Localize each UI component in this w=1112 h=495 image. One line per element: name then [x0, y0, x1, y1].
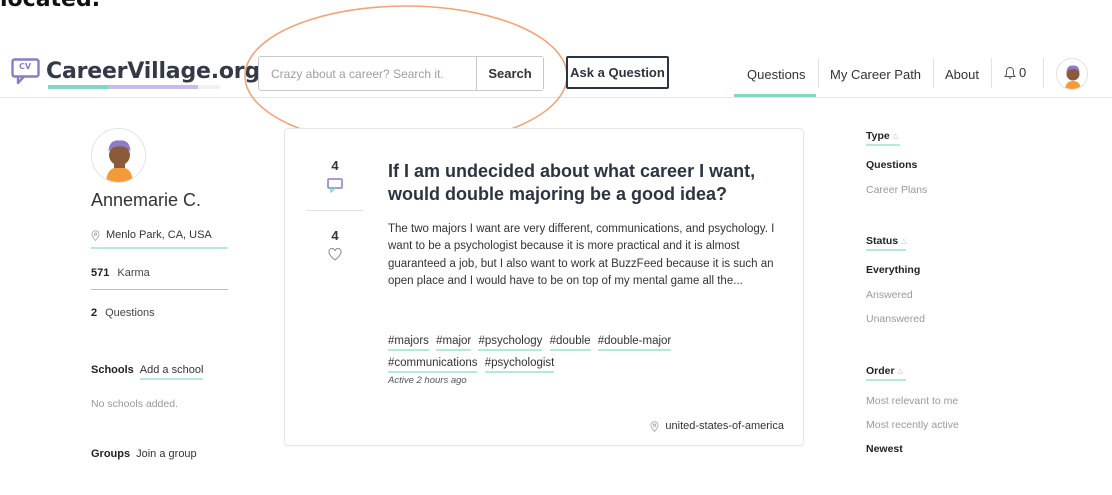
- groups-row: Groups Join a group: [91, 448, 197, 460]
- notifications-button[interactable]: 0: [1004, 65, 1026, 80]
- filter-option[interactable]: Newest: [866, 443, 903, 455]
- question-body: The two majors I want are very different…: [388, 223, 775, 287]
- nav-my-career-path[interactable]: My Career Path: [830, 58, 921, 96]
- answer-count: 4: [331, 158, 339, 173]
- nav-divider: [933, 58, 934, 88]
- nav-divider: [818, 58, 819, 88]
- nav-active-indicator: [734, 94, 816, 97]
- filter-option[interactable]: Unanswered: [866, 313, 925, 325]
- nav-divider: [991, 58, 992, 88]
- user-avatar[interactable]: [1056, 58, 1088, 90]
- tag-link[interactable]: #double: [549, 334, 591, 351]
- logo-text: CareerVillage.org: [46, 59, 260, 89]
- caret-up-icon: △: [897, 368, 903, 375]
- filter-underline: [866, 144, 900, 146]
- filter-option[interactable]: Answered: [866, 289, 913, 301]
- add-school-link[interactable]: Add a school: [139, 364, 203, 380]
- logo-mark-text: CV: [19, 62, 32, 71]
- tag-link[interactable]: #majors: [388, 334, 429, 351]
- caret-up-icon: △: [901, 238, 907, 245]
- filter-type-label: Type: [866, 130, 890, 142]
- filter-status-label: Status: [866, 235, 899, 247]
- filter-option[interactable]: Most recently active: [866, 419, 959, 431]
- questions-label: Questions: [105, 307, 155, 319]
- filter-underline: [866, 249, 906, 251]
- location-text: Menlo Park, CA, USA: [106, 229, 212, 241]
- location-underline: [91, 247, 228, 249]
- tag-link[interactable]: #psychology: [478, 334, 543, 351]
- tag-link[interactable]: #major: [436, 334, 472, 351]
- nav-about[interactable]: About: [945, 58, 979, 96]
- filter-order-label: Order: [866, 365, 895, 377]
- vote-divider: [306, 210, 364, 211]
- logo-underline: [48, 84, 260, 89]
- divider: [91, 289, 228, 290]
- tag-link[interactable]: #communications: [388, 356, 478, 373]
- karma-stat: 571 Karma: [91, 267, 150, 279]
- caret-up-icon: △: [892, 133, 899, 140]
- join-group-link[interactable]: Join a group: [136, 448, 197, 460]
- filter-option[interactable]: Most relevant to me: [866, 395, 958, 407]
- profile-avatar: [91, 128, 146, 183]
- filter-order-header[interactable]: Order △: [866, 365, 906, 381]
- filter-underline: [866, 379, 906, 381]
- filter-option[interactable]: Career Plans: [866, 184, 927, 196]
- karma-value: 571: [91, 267, 110, 279]
- nav-questions[interactable]: Questions: [747, 58, 806, 96]
- bell-icon: [1004, 66, 1016, 79]
- location-pin-icon: [91, 229, 100, 241]
- schools-label: Schools: [91, 364, 134, 376]
- country-text: united-states-of-america: [665, 420, 784, 432]
- schools-row: Schools Add a school: [91, 364, 203, 380]
- filter-option[interactable]: Questions: [866, 159, 917, 171]
- ask-question-button[interactable]: Ask a Question: [566, 56, 669, 89]
- no-schools-text: No schools added.: [91, 398, 178, 410]
- location-pin-icon: [650, 420, 659, 432]
- answer-bubble-icon[interactable]: [327, 178, 343, 193]
- questions-stat[interactable]: 2 Questions: [91, 307, 155, 319]
- profile-name: Annemarie C.: [91, 190, 202, 210]
- filter-type-header[interactable]: Type △: [866, 130, 900, 146]
- avatar-illustration-icon: [92, 129, 145, 182]
- karma-label: Karma: [117, 267, 150, 279]
- filter-option[interactable]: Everything: [866, 264, 920, 276]
- notification-count: 0: [1019, 65, 1027, 80]
- heart-icon[interactable]: [328, 248, 342, 261]
- tag-link[interactable]: #psychologist: [484, 356, 555, 373]
- question-title[interactable]: If I am undecided about what career I wa…: [388, 160, 788, 206]
- profile-location[interactable]: Menlo Park, CA, USA: [91, 229, 212, 241]
- tag-link[interactable]: #double-major: [597, 334, 672, 351]
- filter-status-header[interactable]: Status △: [866, 235, 907, 251]
- logo-speech-bubble-icon: CV: [11, 58, 41, 85]
- country-tag[interactable]: united-states-of-america: [650, 420, 784, 432]
- like-count: 4: [331, 228, 339, 243]
- questions-value: 2: [91, 307, 98, 319]
- careervillage-logo[interactable]: CV CareerVillage.org: [11, 58, 260, 89]
- groups-label: Groups: [91, 448, 131, 460]
- active-time: Active 2 hours ago: [388, 375, 467, 386]
- nav-divider: [1043, 58, 1044, 88]
- tag-list: #majors #major #psychology #double #doub…: [388, 332, 788, 376]
